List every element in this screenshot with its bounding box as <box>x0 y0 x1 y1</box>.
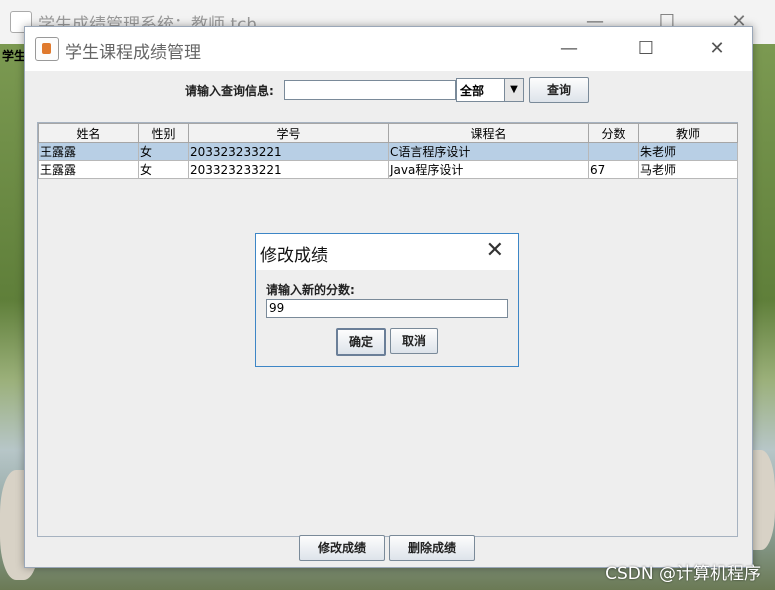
window-titlebar: 学生课程成绩管理 — ☐ ✕ <box>25 27 752 71</box>
modify-grade-dialog: 修改成绩 ✕ 请输入新的分数: 99 确定 取消 <box>255 233 519 367</box>
cell-score[interactable]: 67 <box>588 160 639 179</box>
cancel-button[interactable]: 取消 <box>390 328 438 354</box>
column-header-student-id[interactable]: 学号 <box>188 123 389 143</box>
query-input[interactable] <box>284 80 456 100</box>
dialog-title: 修改成绩 <box>260 246 328 266</box>
cell-teacher[interactable]: 马老师 <box>638 160 738 179</box>
window-title: 学生课程成绩管理 <box>65 43 201 63</box>
column-header-teacher[interactable]: 教师 <box>638 123 738 143</box>
column-header-score[interactable]: 分数 <box>588 123 639 143</box>
cell-teacher[interactable]: 朱老师 <box>638 142 738 161</box>
cell-course[interactable]: Java程序设计 <box>388 160 589 179</box>
cell-name[interactable]: 王露露 <box>38 142 139 161</box>
query-scope-select[interactable]: 全部 ▼ <box>456 78 524 102</box>
column-header-gender[interactable]: 性别 <box>138 123 189 143</box>
modify-grade-button[interactable]: 修改成绩 <box>299 535 385 561</box>
new-score-label: 请输入新的分数: <box>266 283 355 297</box>
new-score-input[interactable]: 99 <box>266 299 508 318</box>
table-row[interactable]: 王露露 女 203323233221 Java程序设计 67 马老师 <box>38 160 738 179</box>
query-label: 请输入查询信息: <box>185 84 274 98</box>
cell-student-id[interactable]: 203323233221 <box>188 142 389 161</box>
cell-course[interactable]: C语言程序设计 <box>388 142 589 161</box>
confirm-button[interactable]: 确定 <box>336 328 386 356</box>
maximize-icon[interactable]: ☐ <box>616 27 676 71</box>
column-header-course[interactable]: 课程名 <box>388 123 589 143</box>
dialog-titlebar: 修改成绩 ✕ <box>256 234 518 270</box>
close-icon[interactable]: ✕ <box>486 238 504 263</box>
cell-gender[interactable]: 女 <box>138 142 189 161</box>
cell-gender[interactable]: 女 <box>138 160 189 179</box>
cell-student-id[interactable]: 203323233221 <box>188 160 389 179</box>
query-scope-value: 全部 <box>460 84 485 98</box>
delete-grade-button[interactable]: 删除成绩 <box>389 535 475 561</box>
minimize-icon[interactable]: — <box>539 27 599 71</box>
cell-score[interactable] <box>588 142 639 161</box>
background-window-label: 学生 <box>2 49 27 63</box>
close-icon[interactable]: ✕ <box>687 27 747 71</box>
cell-name[interactable]: 王露露 <box>38 160 139 179</box>
java-app-icon <box>35 37 59 61</box>
column-header-name[interactable]: 姓名 <box>38 123 139 143</box>
query-button[interactable]: 查询 <box>529 77 589 103</box>
watermark: CSDN @计算机程序 <box>605 564 761 584</box>
table-header-row: 姓名 性别 学号 课程名 分数 教师 <box>38 123 738 143</box>
query-bar: 请输入查询信息: 全部 ▼ 查询 <box>25 77 752 105</box>
dropdown-arrow-icon[interactable]: ▼ <box>504 79 523 101</box>
table-row[interactable]: 王露露 女 203323233221 C语言程序设计 朱老师 <box>38 142 738 161</box>
